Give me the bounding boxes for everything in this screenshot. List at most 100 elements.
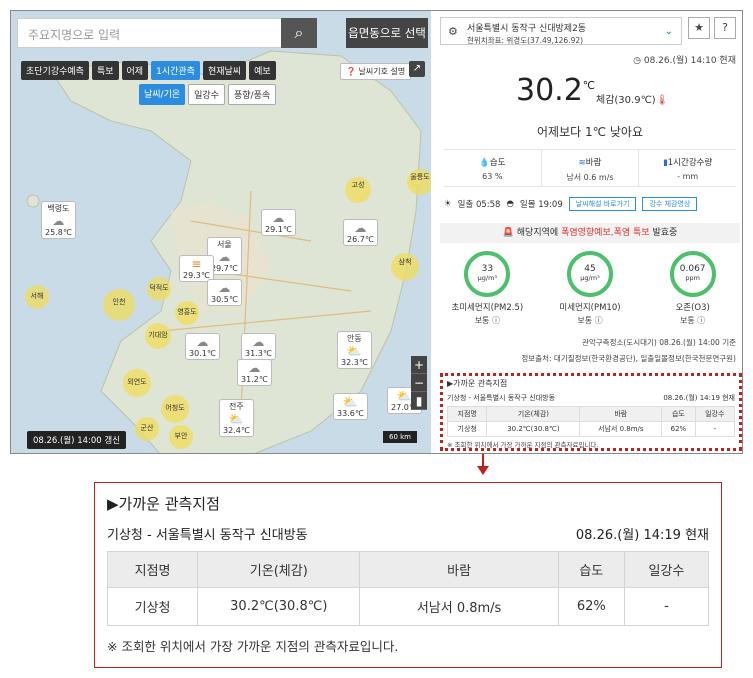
chevron-down-icon[interactable]: ⌄ (665, 26, 673, 37)
map-marker[interactable]: ≡ 29.3℃ (179, 255, 214, 282)
wind-icon: ≋ (578, 158, 586, 168)
sun-cloud-icon: ⛅ (346, 344, 362, 358)
gauge-ring: 45 μg/m³ (566, 251, 613, 297)
gauge-pm25[interactable]: 33 μg/m³ 초미세먼지(PM2.5) 보통 ⓘ (439, 251, 535, 326)
map-marker[interactable]: ☁ 26.7℃ (343, 219, 378, 246)
map-marker[interactable]: ☁ 31.2℃ (237, 359, 272, 386)
map-marker[interactable]: ☁ 29.1℃ (261, 209, 296, 236)
location-search-input[interactable]: 주요지명으로 입력 (17, 18, 285, 48)
marker-temp: 29.3℃ (183, 271, 210, 280)
droplet-icon: 💧 (479, 158, 490, 168)
rain-dot[interactable]: 삼척 (391, 253, 419, 281)
rain-dot[interactable]: 덕적도 (147, 277, 171, 301)
weather-map[interactable]: 주요지명으로 입력 ⌕ 읍면동으로 선택 초단기강수예측 특보 어제 1시간관측… (11, 11, 431, 453)
marker-temp: 29.1℃ (265, 225, 292, 234)
tab-warning[interactable]: 특보 (91, 61, 119, 80)
weather-commentary-button[interactable]: 날씨해설 바로가기 (568, 197, 637, 211)
map-marker[interactable]: ☁ 30.1℃ (185, 333, 220, 360)
table-row: 기상청 30.2℃(30.8℃) 서남서 0.8m/s 62% - (446, 421, 736, 437)
rain-dot[interactable]: 울릉도 (407, 169, 431, 195)
column-header: 일강수 (694, 406, 736, 422)
table-header-row: 지점명 기온(체감) 바람 습도 일강수 (446, 406, 736, 422)
stat-rain: ▮1시간강수량 - mm (639, 150, 736, 186)
help-icon[interactable]: ? (714, 17, 736, 39)
map-marker[interactable]: ⛅ 33.6℃ (333, 393, 368, 420)
search-icon: ⌕ (294, 23, 304, 42)
stat-wind: ≋바람 남서 0.6 m/s (542, 150, 640, 186)
table-cell: - (623, 587, 710, 626)
rain-dot[interactable]: 고성 (345, 177, 371, 203)
gauge-value: 0.067 (679, 264, 706, 274)
column-header: 바람 (579, 406, 663, 422)
nearby-table: 지점명 기온(체감) 바람 습도 일강수 기상청 30.2℃(30.8℃) 서남… (446, 406, 736, 437)
rain-dot[interactable]: 인천 (103, 289, 135, 321)
search-button[interactable]: ⌕ (281, 18, 317, 48)
heat-alert[interactable]: 🚨 해당지역에 폭염영향예보,폭염 특보 발효중 (440, 223, 740, 243)
map-marker[interactable]: ☁ 30.5℃ (207, 279, 242, 306)
map-marker[interactable]: 전주 ⛅ 32.4℃ (219, 399, 254, 437)
temp-value: 30.2 (516, 73, 583, 108)
rain-dot[interactable]: 군산 (135, 417, 159, 441)
cloud-icon: ☁ (354, 221, 367, 235)
alert-warning-link[interactable]: 폭염영향예보,폭염 특보 (561, 228, 650, 238)
info-icon[interactable]: ⓘ (697, 316, 705, 325)
column-header: 일강수 (623, 551, 710, 588)
marker-name: 전주 (229, 402, 244, 411)
tab-yesterday[interactable]: 어제 (121, 61, 149, 80)
tab-weather-temp[interactable]: 날씨/기온 (139, 84, 186, 105)
info-icon[interactable]: ⓘ (492, 316, 500, 325)
marker-temp: 29.7℃ (211, 264, 238, 273)
gauge-level-text: 보통 (474, 316, 490, 325)
zoom-control: + − ▮ (411, 356, 427, 410)
zoom-slider[interactable]: ▮ (411, 392, 427, 410)
tab-forecast[interactable]: 예보 (249, 61, 276, 80)
expand-map-icon[interactable]: ↗ (409, 61, 425, 77)
rain-video-button[interactable]: 강수 체감영상 (642, 197, 698, 211)
map-marker[interactable]: ☁ 31.3℃ (241, 333, 276, 360)
location-name: 서울특별시 동작구 신대방제2동 (467, 24, 587, 34)
gauge-pm10[interactable]: 45 μg/m³ 미세먼지(PM10) 보통 ⓘ (542, 251, 638, 326)
alert-suffix: 발효중 (652, 228, 678, 238)
gear-icon[interactable]: ⚙ (448, 25, 458, 38)
zoom-out-button[interactable]: − (411, 374, 427, 392)
tab-daily-rain[interactable]: 일강수 (188, 84, 225, 105)
tab-nowcast[interactable]: 초단기강수예측 (21, 61, 89, 80)
table-cell: 30.2℃(30.8℃) (197, 587, 361, 626)
nearby-station-zoomed: ▶가까운 관측지점 기상청 - 서울특별시 동작구 신대방동 08.26.(월)… (94, 482, 722, 668)
callout-arrow-icon (477, 466, 489, 475)
table-cell: 기상청 (106, 587, 199, 626)
rain-dot[interactable]: 외연도 (123, 369, 151, 397)
map-marker[interactable]: 백령도 ☁ 25.8℃ (41, 201, 76, 239)
rain-dot[interactable]: 영흥도 (175, 301, 199, 325)
marker-name: 백령도 (47, 204, 70, 213)
tab-current-weather[interactable]: 현재날씨 (202, 61, 247, 80)
rain-dot[interactable]: 부안 (169, 425, 193, 449)
rain-dot[interactable]: 어청도 (161, 395, 189, 423)
cloud-icon: ☁ (196, 335, 209, 349)
stat-humidity: 💧습도 63 % (444, 150, 542, 186)
air-quality: 33 μg/m³ 초미세먼지(PM2.5) 보통 ⓘ 45 μg/m³ 미세먼지(PM10… (436, 251, 742, 326)
table-cell: 62% (557, 587, 625, 626)
rain-dot[interactable]: 서해 (25, 285, 49, 309)
tab-hourly-obs[interactable]: 1시간관측 (151, 61, 200, 80)
gauge-ring: 33 μg/m³ (464, 251, 511, 297)
weather-legend-button[interactable]: ❓ 날씨기호 설명 (340, 63, 412, 80)
gauge-value: 45 (584, 264, 596, 274)
location-select[interactable]: ⚙ 서울특별시 동작구 신대방제2동 현위치좌표: 위경도(37.49,126.… (440, 17, 682, 45)
gauge-ozone[interactable]: 0.067 ppm 오존(O3) 보통 ⓘ (645, 251, 741, 326)
gauge-name: 초미세먼지(PM2.5) (451, 303, 524, 313)
current-time: ◷ 08.26.(월) 14:10 현재 (633, 56, 736, 66)
map-marker[interactable]: 안동 ⛅ 32.3℃ (337, 331, 372, 369)
map-scale: 60 km (383, 431, 418, 443)
rain-dot[interactable]: 기대암 (145, 323, 171, 349)
tab-wind[interactable]: 풍향/풍속 (228, 84, 277, 105)
stat-label: 습도 (489, 158, 506, 168)
alert-prefix: 해당지역에 (516, 228, 559, 238)
favorite-star-icon[interactable]: ★ (688, 17, 710, 39)
siren-icon: 🚨 (502, 228, 514, 238)
sunrise-time: 일출 05:58 (457, 200, 501, 210)
station-credit: 관악구측정소(도시대기) 08.26.(월) 14:00 기준 (581, 338, 736, 347)
info-icon[interactable]: ⓘ (595, 316, 603, 325)
zoom-in-button[interactable]: + (411, 356, 427, 374)
region-select-button[interactable]: 읍면동으로 선택 (346, 18, 428, 48)
